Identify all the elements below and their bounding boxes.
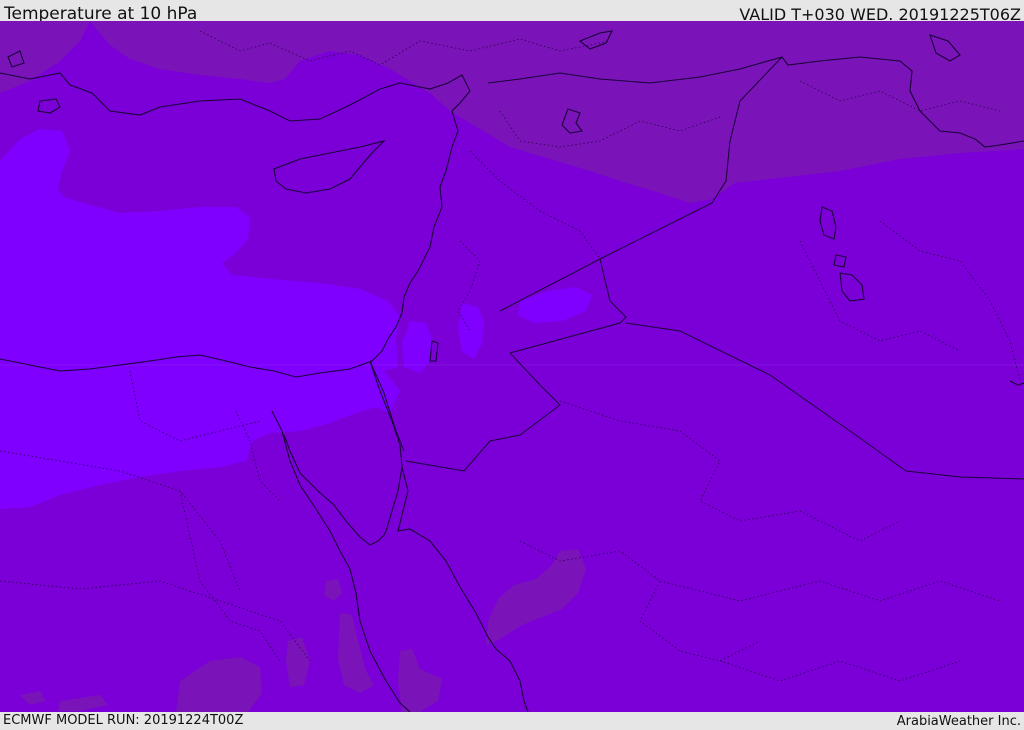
temperature-map[interactable] [0, 21, 1024, 712]
brand-label: ArabiaWeather Inc. [896, 714, 1021, 729]
map-canvas [0, 21, 1024, 712]
map-footer: ECMWF MODEL RUN: 20191224T00Z ArabiaWeat… [0, 712, 1024, 729]
map-header: Temperature at 10 hPa VALID T+030 WED. 2… [0, 0, 1024, 24]
model-run-label: ECMWF MODEL RUN: 20191224T00Z [3, 713, 244, 728]
